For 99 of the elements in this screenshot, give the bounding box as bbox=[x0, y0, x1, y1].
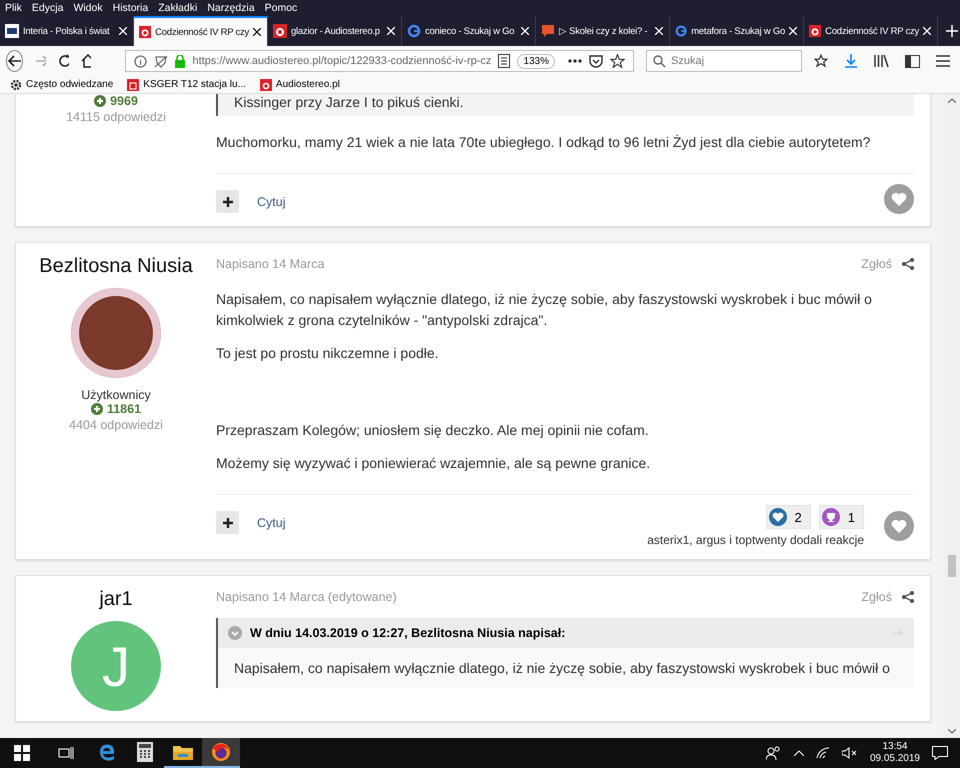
site-favicon-icon bbox=[139, 25, 152, 39]
site-favicon-icon bbox=[5, 24, 19, 38]
author-name[interactable]: Bezlitosna Niusia bbox=[39, 255, 193, 278]
tab-title: glazior - Audiostereo.p bbox=[291, 26, 381, 36]
reaction-badge[interactable]: 2 bbox=[766, 505, 811, 529]
scroll-up-icon[interactable] bbox=[948, 98, 956, 103]
shop-cart-icon bbox=[127, 78, 140, 90]
menu-item[interactable]: Plik bbox=[5, 2, 22, 14]
trophy-icon bbox=[822, 508, 840, 526]
pocket-icon[interactable] bbox=[589, 54, 604, 68]
post-paragraph: Przepraszam Kolegów; uniosłem się deczko. Ale mej opinii nie cofam. bbox=[216, 421, 650, 440]
plus-icon bbox=[222, 196, 232, 206]
tab-title: metafora - Szukaj w Go bbox=[691, 26, 785, 36]
site-favicon-icon bbox=[809, 24, 822, 38]
scrollbar-thumb[interactable] bbox=[948, 555, 956, 577]
tab-title: Codzienność IV RP czy bbox=[155, 26, 249, 38]
quote-header: W dniu 14.03.2019 o 12:27, Bezlitosna Niusia napisał: bbox=[250, 626, 566, 640]
menu-item[interactable]: Zakładki bbox=[158, 2, 198, 14]
caret-up-icon[interactable] bbox=[794, 750, 804, 756]
clock-time[interactable]: 13:54 bbox=[882, 741, 908, 753]
menu-item[interactable]: Widok bbox=[73, 2, 103, 14]
tab-title: conieco - Szukaj w Go bbox=[425, 26, 516, 36]
quote-text: Napisałem, co napisałem wyłącznie dlatego, iż nie życzę sobie, aby faszystowski wyskrobek i buc mówił o bbox=[218, 648, 914, 688]
bookmark-item[interactable]: KSGER T12 stacja lu... bbox=[143, 79, 246, 90]
menu-item[interactable]: Narzędzia bbox=[207, 2, 255, 14]
bookmark-item[interactable]: Audiostereo.pl bbox=[276, 79, 340, 90]
tab-title: Codzienność IV RP czy bbox=[825, 26, 919, 36]
post-paragraph: Możemy się wyzywać i poniewierać wzajemnie, ale są pewne granice. bbox=[216, 454, 652, 473]
share-icon[interactable] bbox=[902, 258, 914, 270]
menu-item[interactable]: Edycja bbox=[32, 2, 64, 14]
library-icon[interactable] bbox=[874, 54, 890, 68]
like-heart-button[interactable] bbox=[884, 511, 914, 541]
reputation-count: 11861 bbox=[106, 402, 142, 416]
wifi-icon[interactable] bbox=[816, 747, 830, 759]
url-text: https://www.audiostereo.pl/topic/122933-codzienność-iv-rp-cz bbox=[192, 55, 492, 67]
back-arrow-icon bbox=[8, 55, 22, 67]
post-paragraph: Napisałem, co napisałem wyłącznie dlatego, iż nie życzę sobie, aby faszystowski wyskrobek i buc mówił o kimkolwiek z grona czytelników - "antypolski zdrajca". bbox=[216, 290, 873, 330]
lock-icon bbox=[175, 54, 186, 68]
multiquote-button[interactable] bbox=[216, 190, 239, 213]
reaction-badge[interactable]: 1 bbox=[818, 505, 864, 529]
reply-count: 14115 odpowiedzi bbox=[66, 110, 166, 124]
new-tab-icon[interactable] bbox=[946, 25, 958, 37]
more-icon[interactable] bbox=[568, 59, 582, 63]
browser-tab[interactable]: Codzienność IV RP czy bbox=[134, 16, 268, 46]
plus-icon bbox=[222, 518, 232, 528]
post-date: Napisano 14 Marca bbox=[216, 257, 326, 271]
info-icon bbox=[134, 54, 148, 68]
calculator-icon bbox=[137, 742, 153, 762]
download-icon[interactable] bbox=[844, 54, 858, 68]
search-icon bbox=[653, 55, 666, 68]
clock-date[interactable]: 09.05.2019 bbox=[870, 753, 920, 765]
quote-link[interactable]: Cytuj bbox=[257, 194, 286, 208]
google-g-icon bbox=[407, 24, 421, 38]
google-g-icon bbox=[675, 24, 688, 38]
speech-bubble-icon bbox=[541, 24, 555, 38]
multiquote-button[interactable] bbox=[216, 511, 239, 534]
bookmark-item[interactable]: Często odwiedzane bbox=[26, 79, 114, 90]
user-group: Użytkownicy bbox=[81, 388, 151, 402]
post-paragraph: Muchomorku, mamy 21 wiek a nie lata 70te ubiegłego. I odkąd to 96 letni Żyd jest dla ciebie autorytetem? bbox=[216, 133, 872, 152]
folder-icon bbox=[173, 744, 193, 760]
task-view-icon[interactable] bbox=[58, 746, 74, 760]
share-icon[interactable] bbox=[902, 591, 914, 603]
zoom-level-badge[interactable]: 133% bbox=[517, 54, 556, 68]
tab-title: ▷ Skolei czy z kolei? - bbox=[559, 25, 648, 37]
plus-circle-icon bbox=[90, 403, 103, 415]
windows-start-icon[interactable] bbox=[14, 745, 30, 761]
address-bar[interactable]: https://www.audiostereo.pl/topic/122933-codzienność-iv-rp-cz 133% bbox=[125, 50, 634, 72]
people-icon[interactable] bbox=[766, 746, 782, 760]
firefox-icon bbox=[211, 742, 231, 762]
home-icon[interactable] bbox=[80, 54, 92, 68]
notifications-icon[interactable] bbox=[932, 746, 948, 760]
author-name[interactable]: jar1 bbox=[99, 588, 133, 611]
gear-icon bbox=[10, 78, 22, 90]
site-favicon-icon bbox=[260, 78, 272, 90]
menu-item[interactable]: Historia bbox=[112, 2, 148, 14]
back-button[interactable] bbox=[6, 50, 24, 72]
like-heart-button[interactable] bbox=[884, 184, 914, 214]
reload-icon[interactable] bbox=[58, 54, 69, 68]
shield-icon bbox=[154, 54, 168, 68]
menu-item[interactable]: Pomoc bbox=[264, 2, 298, 14]
site-favicon-icon bbox=[273, 24, 287, 38]
sidebar-icon[interactable] bbox=[905, 54, 920, 68]
edge-browser-icon bbox=[97, 742, 117, 762]
post-date: Napisano 14 Marca (edytowane) bbox=[216, 590, 398, 604]
scroll-down-icon[interactable] bbox=[948, 729, 956, 734]
search-field[interactable]: Szukaj bbox=[646, 50, 802, 72]
reader-view-icon[interactable] bbox=[498, 54, 510, 68]
quote-text: Kissinger przy Jarze I to pikuś cienki. bbox=[234, 94, 465, 110]
muted-speaker-icon[interactable] bbox=[842, 747, 858, 759]
star-icon[interactable] bbox=[610, 54, 626, 68]
quote-link[interactable]: Cytuj bbox=[257, 516, 286, 530]
reactions-summary[interactable]: asterix1, argus i toptwenty dodali reakcje bbox=[647, 533, 864, 547]
reply-count: 4404 odpowiedzi bbox=[69, 418, 163, 432]
menu-icon[interactable] bbox=[936, 55, 950, 67]
tab-title: Interia - Polska i świat bbox=[23, 26, 110, 36]
post-paragraph: To jest po prostu nikczemne i podłe. bbox=[216, 344, 440, 363]
bookmark-star-icon[interactable] bbox=[814, 54, 828, 68]
close-icon[interactable] bbox=[253, 28, 261, 36]
reputation-count: 9969 bbox=[110, 94, 138, 108]
